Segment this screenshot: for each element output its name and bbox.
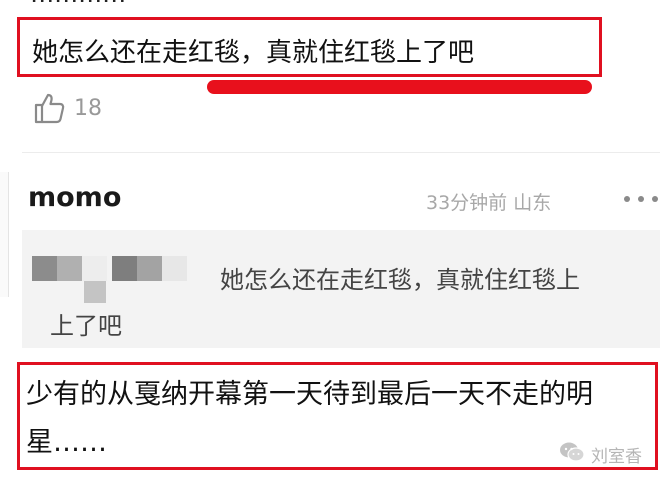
mosaic-block <box>112 256 137 281</box>
thumb-up-icon <box>32 91 66 125</box>
quote-text-line-1: 她怎么还在走红毯，真就住红毯上 <box>220 266 580 294</box>
previous-comment-cut-text: ⋯⋯⋯⋯ <box>30 0 126 14</box>
mosaic-block <box>84 281 106 303</box>
comment-divider <box>22 152 660 153</box>
side-edge <box>0 172 9 297</box>
mosaic-block <box>137 256 162 281</box>
comment-2-text: 少有的从戛纳开幕第一天待到最后一天不走的明星…… <box>26 379 593 458</box>
mosaic-block <box>162 256 187 281</box>
mosaic-block <box>57 256 82 281</box>
like-count: 18 <box>74 95 102 121</box>
mosaic-block <box>82 256 107 281</box>
comment-2-username[interactable]: momo <box>28 182 121 213</box>
like-button[interactable]: 18 <box>32 88 102 128</box>
highlighted-comment-1: 她怎么还在走红毯，真就住红毯上了吧 <box>17 17 602 77</box>
quote-text-line-2: 上了吧 <box>50 312 122 340</box>
watermark-text: 刘室香 <box>591 446 642 467</box>
red-underline-annotation <box>207 80 592 94</box>
mosaic-block <box>32 256 57 281</box>
comment-2-meta: 33分钟前 山东 <box>426 192 552 214</box>
comment-1-text: 她怎么还在走红毯，真就住红毯上了吧 <box>32 38 475 68</box>
watermark: 刘室香 <box>559 441 642 467</box>
quoted-reply[interactable]: 她怎么还在走红毯，真就住红毯上 上了吧 <box>22 230 660 348</box>
more-dots-icon[interactable] <box>624 188 658 210</box>
wechat-icon <box>559 441 585 467</box>
